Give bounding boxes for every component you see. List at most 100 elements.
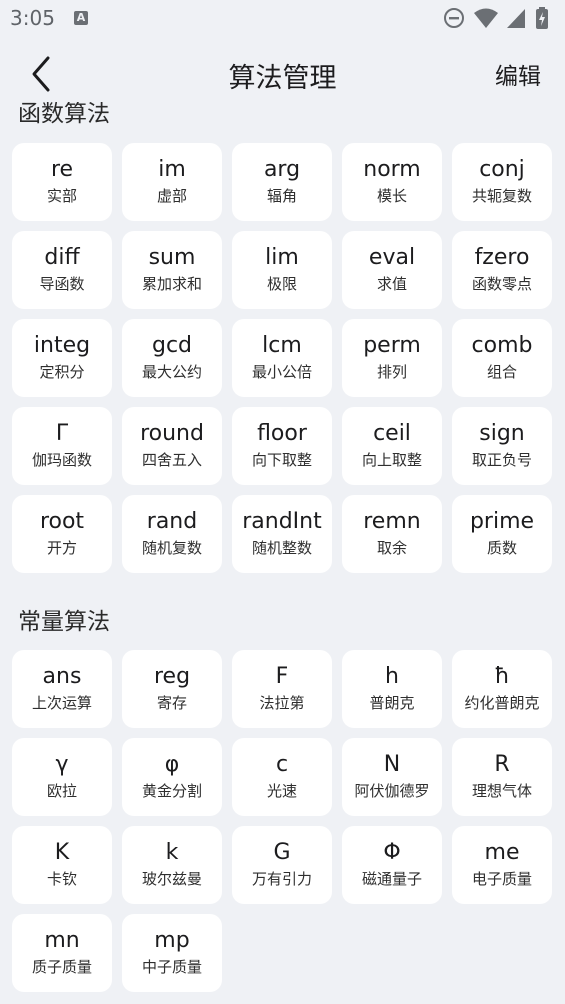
function-algorithm-card[interactable]: root 开方: [12, 495, 112, 573]
algorithm-symbol: integ: [33, 333, 91, 358]
function-algorithm-card[interactable]: lcm 最小公倍: [232, 319, 332, 397]
algorithm-symbol: K: [54, 840, 70, 865]
algorithm-label: 函数零点: [471, 275, 532, 293]
function-algorithm-card[interactable]: randInt 随机整数: [232, 495, 332, 573]
signal-icon: [507, 9, 525, 28]
function-algorithm-card[interactable]: perm 排列: [342, 319, 442, 397]
algorithm-label: 向上取整: [361, 451, 422, 469]
header: 算法管理 编辑: [0, 38, 565, 108]
algorithm-symbol: h: [385, 664, 399, 689]
algorithm-symbol: sum: [148, 245, 196, 270]
algorithm-symbol: comb: [471, 333, 533, 358]
algorithm-label: 寄存: [156, 694, 187, 712]
constant-algorithm-card[interactable]: Φ 磁通量子: [342, 826, 442, 904]
battery-charging-icon: [536, 7, 548, 29]
algorithm-symbol: perm: [363, 333, 421, 358]
algorithm-label: 虚部: [156, 187, 187, 205]
function-algorithm-card[interactable]: eval 求值: [342, 231, 442, 309]
algorithm-symbol: mn: [44, 928, 80, 953]
page-title: 算法管理: [228, 63, 337, 94]
constant-algorithm-card[interactable]: mp 中子质量: [122, 914, 222, 992]
function-algorithm-card[interactable]: re 实部: [12, 143, 112, 221]
function-algorithm-card[interactable]: ceil 向上取整: [342, 407, 442, 485]
algorithm-label: 质数: [486, 539, 517, 557]
algorithm-label: 最大公约: [141, 363, 202, 381]
algorithm-symbol: c: [275, 752, 289, 777]
algorithm-label: 约化普朗克: [464, 694, 540, 712]
algorithm-label: 辐角: [266, 187, 297, 205]
constant-algorithm-card[interactable]: N 阿伏伽德罗: [342, 738, 442, 816]
constant-algorithm-card[interactable]: h 普朗克: [342, 650, 442, 728]
algorithm-symbol: im: [158, 157, 186, 182]
function-algorithm-card[interactable]: arg 辐角: [232, 143, 332, 221]
algorithm-label: 组合: [486, 363, 517, 381]
constant-algorithm-card[interactable]: G 万有引力: [232, 826, 332, 904]
algorithm-symbol: round: [140, 421, 204, 446]
edit-button[interactable]: 编辑: [495, 57, 541, 91]
algorithm-label: 实部: [46, 187, 77, 205]
algorithm-symbol: remn: [363, 509, 421, 534]
algorithm-label: 向下取整: [251, 451, 312, 469]
constant-algorithm-card[interactable]: ans 上次运算: [12, 650, 112, 728]
function-algorithm-card[interactable]: comb 组合: [452, 319, 552, 397]
constant-algorithm-card[interactable]: ħ 约化普朗克: [452, 650, 552, 728]
function-algorithm-card[interactable]: diff 导函数: [12, 231, 112, 309]
function-algorithm-card[interactable]: norm 模长: [342, 143, 442, 221]
algorithm-symbol: G: [273, 840, 291, 865]
algorithm-label: 取正负号: [471, 451, 532, 469]
function-algorithm-card[interactable]: prime 质数: [452, 495, 552, 573]
constant-algorithm-card[interactable]: mn 质子质量: [12, 914, 112, 992]
algorithm-symbol: root: [39, 509, 85, 534]
algorithm-label: 欧拉: [46, 782, 77, 800]
algorithm-label: 累加求和: [141, 275, 202, 293]
function-algorithm-card[interactable]: conj 共轭复数: [452, 143, 552, 221]
algorithm-label: 随机复数: [141, 539, 202, 557]
algorithm-label: 上次运算: [31, 694, 92, 712]
function-algorithm-card[interactable]: gcd 最大公约: [122, 319, 222, 397]
algorithm-label: 伽玛函数: [31, 451, 92, 469]
algorithm-label: 万有引力: [251, 870, 312, 888]
algorithm-label: 随机整数: [251, 539, 312, 557]
function-algorithm-card[interactable]: rand 随机复数: [122, 495, 222, 573]
constant-algorithm-card[interactable]: R 理想气体: [452, 738, 552, 816]
algorithm-label: 极限: [266, 275, 297, 293]
function-algorithm-card[interactable]: integ 定积分: [12, 319, 112, 397]
constant-algorithm-card[interactable]: K 卡钦: [12, 826, 112, 904]
algorithm-symbol: γ: [55, 752, 69, 777]
algorithm-list[interactable]: 函数算法 re 实部 im 虚部 arg 辐角 norm 模长 conj 共轭复数 diff 导函数 s…: [0, 102, 565, 1004]
algorithm-symbol: ħ: [494, 664, 510, 689]
constant-algorithm-card[interactable]: F 法拉第: [232, 650, 332, 728]
function-algorithm-card[interactable]: remn 取余: [342, 495, 442, 573]
function-algorithm-card[interactable]: Γ 伽玛函数: [12, 407, 112, 485]
algorithm-label: 阿伏伽德罗: [354, 782, 430, 800]
constant-algorithm-card[interactable]: γ 欧拉: [12, 738, 112, 816]
function-algorithm-card[interactable]: round 四舍五入: [122, 407, 222, 485]
wifi-icon: [474, 8, 498, 28]
algorithm-symbol: gcd: [151, 333, 193, 358]
section-title-functions: 函数算法: [18, 102, 110, 127]
algorithm-label: 中子质量: [141, 958, 202, 976]
constant-algorithm-card[interactable]: φ 黄金分割: [122, 738, 222, 816]
constant-algorithm-grid: ans 上次运算 reg 寄存 F 法拉第 h 普朗克 ħ 约化普朗克 γ 欧拉 φ 黄金分割 c 光速 N 阿伏…: [12, 650, 553, 992]
algorithm-label: 光速: [266, 782, 297, 800]
algorithm-symbol: reg: [153, 664, 191, 689]
function-algorithm-card[interactable]: floor 向下取整: [232, 407, 332, 485]
algorithm-symbol: F: [275, 664, 289, 689]
function-algorithm-card[interactable]: sign 取正负号: [452, 407, 552, 485]
algorithm-label: 最小公倍: [251, 363, 312, 381]
function-algorithm-card[interactable]: im 虚部: [122, 143, 222, 221]
algorithm-label: 定积分: [39, 363, 85, 381]
function-algorithm-card[interactable]: sum 累加求和: [122, 231, 222, 309]
constant-algorithm-card[interactable]: me 电子质量: [452, 826, 552, 904]
algorithm-symbol: arg: [263, 157, 301, 182]
algorithm-label: 共轭复数: [471, 187, 532, 205]
constant-algorithm-card[interactable]: k 玻尔兹曼: [122, 826, 222, 904]
constant-algorithm-card[interactable]: c 光速: [232, 738, 332, 816]
algorithm-label: 质子质量: [31, 958, 92, 976]
constant-algorithm-card[interactable]: reg 寄存: [122, 650, 222, 728]
do-not-disturb-icon: [444, 8, 464, 28]
algorithm-symbol: re: [50, 157, 74, 182]
algorithm-symbol: Φ: [383, 840, 401, 865]
function-algorithm-card[interactable]: lim 极限: [232, 231, 332, 309]
function-algorithm-card[interactable]: fzero 函数零点: [452, 231, 552, 309]
